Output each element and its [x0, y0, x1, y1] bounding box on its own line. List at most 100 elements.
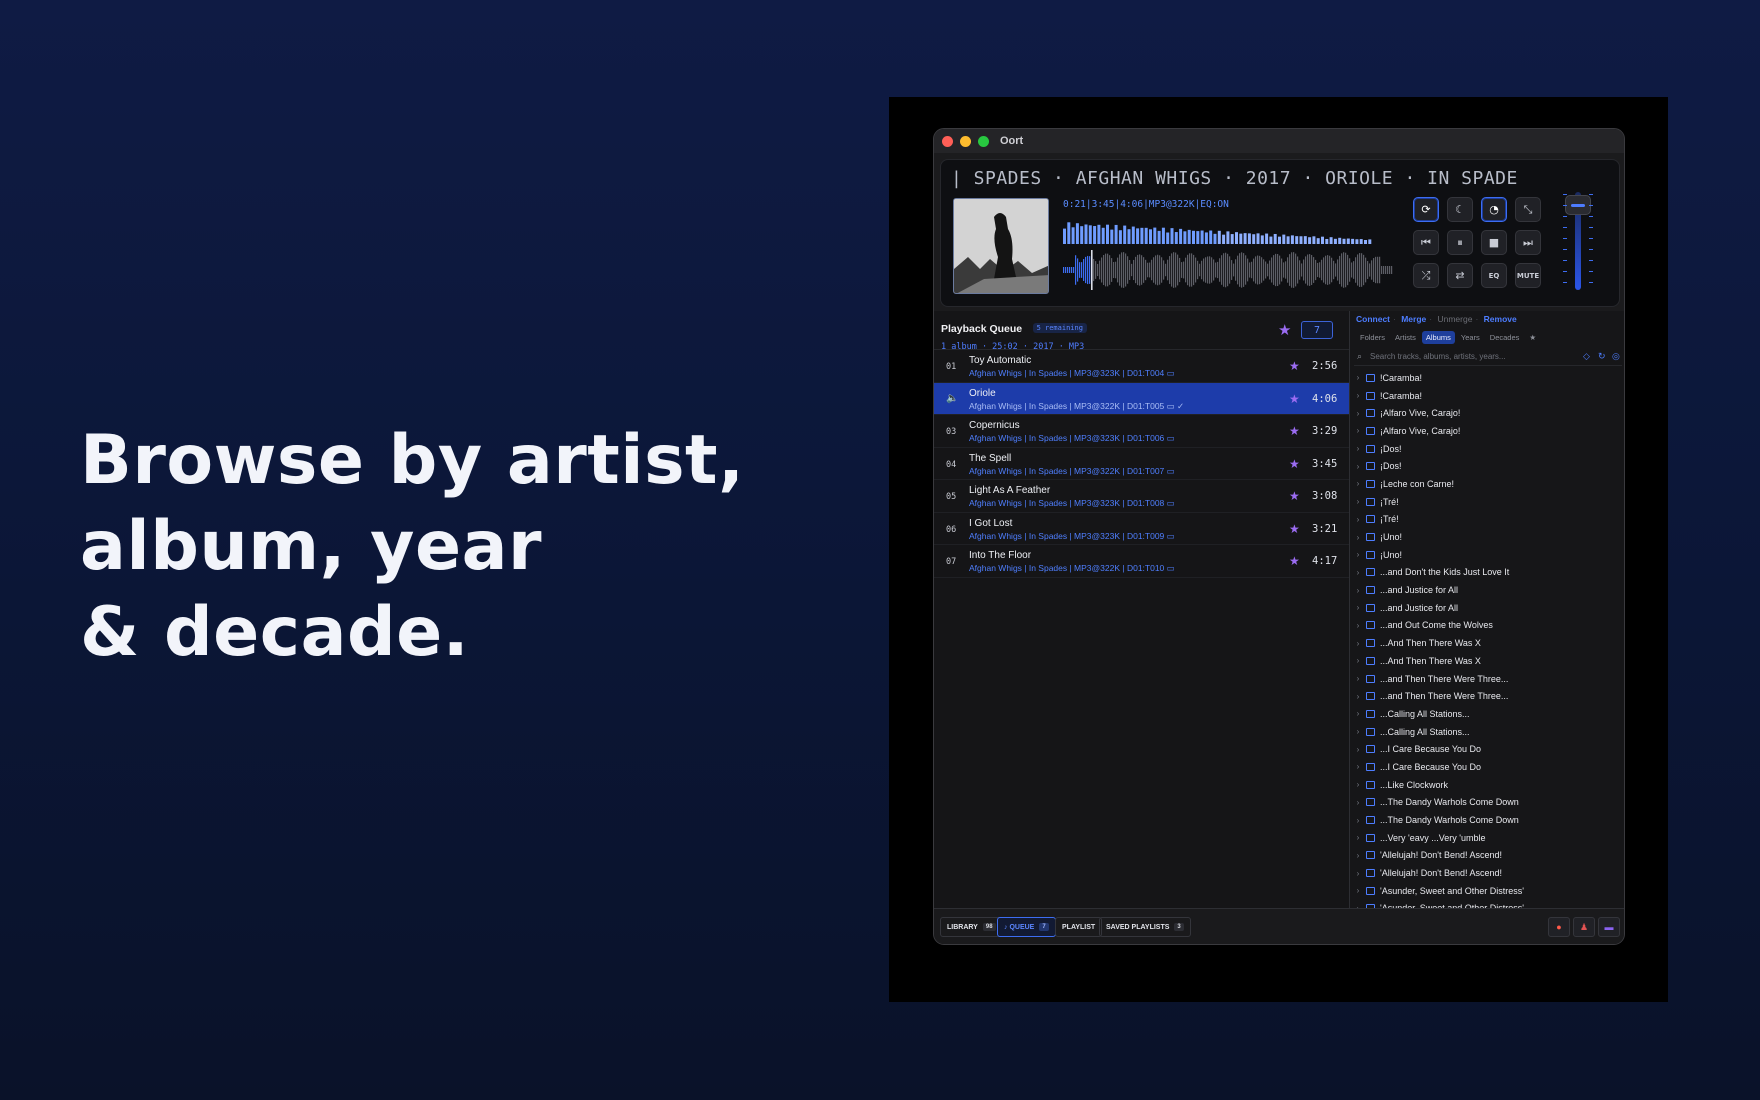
album-list-item[interactable]: › ¡Alfaro Vive, Carajo! — [1350, 422, 1624, 440]
chevron-right-icon[interactable]: › — [1350, 533, 1366, 542]
favorite-star-icon[interactable]: ★ — [1278, 321, 1291, 339]
shuffle-button[interactable]: ⤮ — [1413, 263, 1439, 288]
chevron-right-icon[interactable]: › — [1350, 568, 1366, 577]
chevron-right-icon[interactable]: › — [1350, 444, 1366, 453]
settings-icon[interactable]: ◎ — [1612, 351, 1620, 362]
eq-button[interactable]: EQ — [1481, 263, 1507, 288]
album-list-item[interactable]: › ¡Uno! — [1350, 528, 1624, 546]
joystick-icon[interactable]: ♟ — [1573, 917, 1595, 937]
tab-years[interactable]: Years — [1457, 331, 1484, 344]
chevron-right-icon[interactable]: › — [1350, 639, 1366, 648]
tab-queue[interactable]: ♪ QUEUE 7 — [997, 917, 1056, 937]
mushroom-icon[interactable]: ● — [1548, 917, 1570, 937]
queue-row[interactable]: 06 I Got Lost Afghan Whigs | In Spades | M… — [934, 513, 1349, 545]
album-list-item[interactable]: › ...And Then There Was X — [1350, 634, 1624, 652]
chevron-right-icon[interactable]: › — [1350, 869, 1366, 878]
album-list-item[interactable]: ›'Asunder, Sweet and Other Distress' — [1350, 900, 1624, 908]
album-list-item[interactable]: › ¡Uno! — [1350, 546, 1624, 564]
album-list-item[interactable]: › ...Like Clockwork — [1350, 776, 1624, 794]
album-list-item[interactable]: › ¡Tré! — [1350, 493, 1624, 511]
tab-library[interactable]: LIBRARY 98 — [940, 917, 1003, 937]
previous-track-button[interactable]: ⏮ — [1413, 230, 1439, 255]
queue-row[interactable]: 04 The Spell Afghan Whigs | In Spades | MP… — [934, 448, 1349, 480]
connect-action[interactable]: Connect — [1356, 314, 1390, 324]
album-list-item[interactable]: › !Caramba! — [1350, 369, 1624, 387]
minimize-window-button[interactable] — [960, 135, 971, 147]
refresh-icon[interactable]: ↻ — [1598, 351, 1606, 362]
invader-icon[interactable]: ▬ — [1598, 917, 1620, 937]
chevron-right-icon[interactable]: › — [1350, 462, 1366, 471]
tab-albums[interactable]: Albums — [1421, 330, 1455, 344]
chevron-right-icon[interactable]: › — [1350, 692, 1366, 701]
rating-star-icon[interactable]: ★ — [1289, 522, 1300, 536]
rating-star-icon[interactable]: ★ — [1289, 359, 1300, 373]
stop-button[interactable]: ■ — [1481, 230, 1507, 255]
chevron-right-icon[interactable]: › — [1350, 409, 1366, 418]
rating-star-icon[interactable]: ★ — [1289, 554, 1300, 568]
chevron-right-icon[interactable]: › — [1350, 391, 1366, 400]
chevron-right-icon[interactable]: › — [1350, 586, 1366, 595]
rating-star-icon[interactable]: ★ — [1289, 392, 1300, 406]
volume-knob[interactable] — [1565, 195, 1591, 215]
queue-row[interactable]: 07 Into The Floor Afghan Whigs | In Spades… — [934, 545, 1349, 578]
album-list-item[interactable]: › ¡Dos! — [1350, 440, 1624, 458]
waveform-seekbar[interactable] — [1063, 250, 1393, 290]
album-list-item[interactable]: › ...and Don't the Kids Just Love It — [1350, 564, 1624, 582]
rating-star-icon[interactable]: ★ — [1289, 424, 1300, 438]
album-list-item[interactable]: › ...and Then There Were Three... — [1350, 687, 1624, 705]
pause-button[interactable]: ⏸ — [1447, 230, 1473, 255]
chevron-right-icon[interactable]: › — [1350, 479, 1366, 488]
album-list-item[interactable]: › 'Allelujah! Don't Bend! Ascend! — [1350, 864, 1624, 882]
rating-star-icon[interactable]: ★ — [1289, 489, 1300, 503]
album-list-item[interactable]: › !Caramba! — [1350, 387, 1624, 405]
merge-action[interactable]: Merge — [1401, 314, 1426, 324]
chevron-right-icon[interactable]: › — [1350, 497, 1366, 506]
album-list-item[interactable]: › ...Very 'eavy ...Very 'umble — [1350, 829, 1624, 847]
queue-row[interactable]: 01 Toy Automatic Afghan Whigs | In Spades … — [934, 350, 1349, 383]
chevron-right-icon[interactable]: › — [1350, 426, 1366, 435]
chevron-right-icon[interactable]: › — [1350, 833, 1366, 842]
chevron-right-icon[interactable]: › — [1350, 709, 1366, 718]
album-list-item[interactable]: › ...Calling All Stations... — [1350, 705, 1624, 723]
remove-action[interactable]: Remove — [1484, 314, 1517, 324]
queue-row[interactable]: 05 Light As A Feather Afghan Whigs | In Sp… — [934, 480, 1349, 513]
album-list-item[interactable]: › ...and Out Come the Wolves — [1350, 617, 1624, 635]
chevron-right-icon[interactable]: › — [1350, 515, 1366, 524]
album-list-item[interactable]: › 'Allelujah! Don't Bend! Ascend! — [1350, 847, 1624, 865]
chevron-right-icon[interactable]: › — [1350, 603, 1366, 612]
rating-star-icon[interactable]: ★ — [1289, 457, 1300, 471]
tab-favorites[interactable]: ★ — [1525, 331, 1540, 344]
chevron-right-icon[interactable]: › — [1350, 674, 1366, 683]
volume-slider[interactable] — [1563, 180, 1593, 295]
visualizer-button[interactable]: ◔ — [1481, 197, 1507, 222]
mute-button[interactable]: MUTE — [1515, 263, 1541, 288]
queue-row[interactable]: 03 Copernicus Afghan Whigs | In Spades | M… — [934, 415, 1349, 448]
album-list-item[interactable]: › ...Calling All Stations... — [1350, 723, 1624, 741]
album-list-item[interactable]: › ...and Justice for All — [1350, 599, 1624, 617]
tab-saved-playlists[interactable]: SAVED PLAYLISTS 3 — [1099, 917, 1191, 937]
unmerge-action[interactable]: Unmerge — [1437, 314, 1472, 324]
library-search-field[interactable]: ⌕ Search tracks, albums, artists, years.… — [1354, 348, 1622, 366]
chevron-right-icon[interactable]: › — [1350, 727, 1366, 736]
album-list-item[interactable]: › ...and Then There Were Three... — [1350, 670, 1624, 688]
close-window-button[interactable] — [942, 135, 953, 147]
album-list-item[interactable]: › ...And Then There Was X — [1350, 652, 1624, 670]
chevron-right-icon[interactable]: › — [1350, 762, 1366, 771]
album-list-item[interactable]: › ...and Justice for All — [1350, 581, 1624, 599]
chevron-right-icon[interactable]: › — [1350, 780, 1366, 789]
tab-artists[interactable]: Artists — [1391, 331, 1420, 344]
chevron-right-icon[interactable]: › — [1350, 621, 1366, 630]
queue-count-field[interactable]: 7 — [1301, 321, 1333, 339]
tab-decades[interactable]: Decades — [1486, 331, 1524, 344]
album-list-item[interactable]: ›'Asunder, Sweet and Other Distress' — [1350, 882, 1624, 900]
album-list-item[interactable]: › ...The Dandy Warhols Come Down — [1350, 794, 1624, 812]
album-list-item[interactable]: › ...The Dandy Warhols Come Down — [1350, 811, 1624, 829]
chevron-right-icon[interactable]: › — [1350, 656, 1366, 665]
album-art[interactable] — [953, 198, 1049, 294]
album-list-item[interactable]: › ¡Leche con Carne! — [1350, 475, 1624, 493]
sleep-timer-button[interactable]: ☾ — [1447, 197, 1473, 222]
album-list-item[interactable]: › ¡Tré! — [1350, 511, 1624, 529]
queue-row[interactable]: 🔈 Oriole Afghan Whigs | In Spades | MP3@32… — [934, 382, 1349, 415]
album-list-item[interactable]: › ...I Care Because You Do — [1350, 740, 1624, 758]
chevron-right-icon[interactable]: › — [1350, 798, 1366, 807]
